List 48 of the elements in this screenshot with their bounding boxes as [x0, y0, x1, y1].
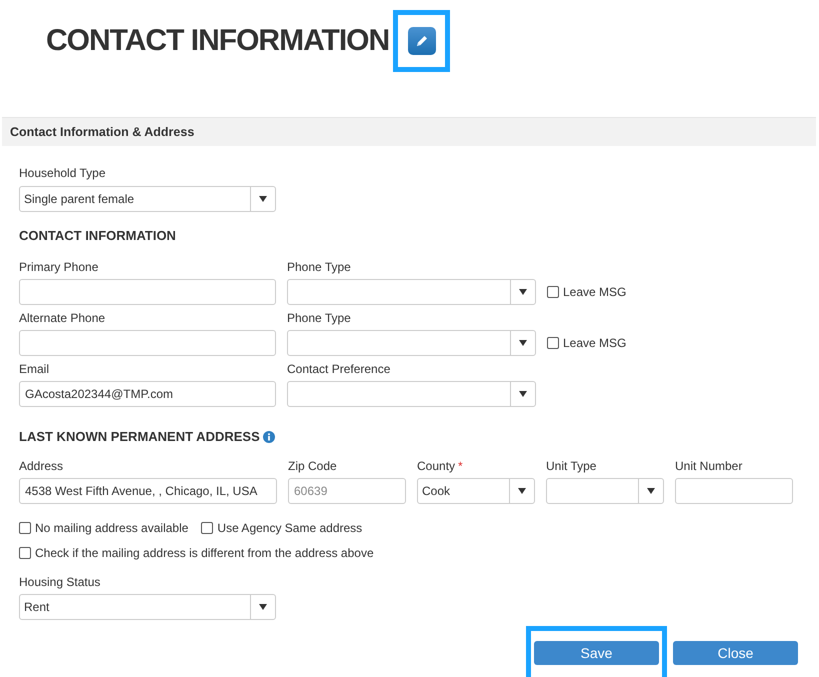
required-mark: *: [458, 459, 463, 473]
action-button[interactable]: Close: [673, 641, 798, 665]
checkbox-label: No mailing address available: [35, 521, 188, 535]
field-label: Phone Type: [287, 260, 352, 274]
action-button[interactable]: Save: [534, 641, 659, 665]
section-header: Contact Information & Address: [2, 117, 816, 146]
checkbox[interactable]: [201, 522, 214, 534]
field-label: Zip Code: [288, 459, 338, 473]
checkbox-label: Leave MSG: [563, 285, 626, 299]
caret-icon: [519, 391, 527, 397]
input-field[interactable]: 4538 West Fifth Avenue, , Chicago, IL, USA: [19, 478, 277, 504]
page-title: CONTACT INFORMATION: [46, 24, 390, 58]
field-label: Unit Number: [675, 459, 744, 473]
dropdown[interactable]: Single parent female: [19, 186, 276, 212]
field-label: Unit Type: [546, 459, 598, 473]
input-field[interactable]: 60639: [288, 478, 406, 504]
checkbox[interactable]: [547, 286, 559, 298]
section-heading: CONTACT INFORMATION: [19, 228, 177, 244]
input-field[interactable]: GAcosta202344@TMP.com: [19, 381, 276, 407]
field-label: Address: [19, 459, 64, 473]
info-icon[interactable]: [262, 431, 275, 443]
input-field[interactable]: [675, 478, 793, 504]
field-label: Email: [19, 362, 50, 376]
checkbox[interactable]: [19, 522, 31, 534]
checkbox-label: Use Agency Same address: [217, 521, 362, 535]
caret-icon: [647, 488, 655, 494]
field-label: Contact Preference: [287, 362, 392, 376]
input-field[interactable]: [19, 279, 276, 305]
input-field[interactable]: [19, 330, 276, 356]
caret-icon: [519, 340, 527, 346]
field-label: Alternate Phone: [19, 311, 106, 325]
caret-icon: [259, 196, 267, 202]
checkbox[interactable]: [547, 337, 559, 349]
caret-icon: [259, 604, 267, 610]
field-label: Primary Phone: [19, 260, 100, 274]
checkbox-label: Check if the mailing address is different from the address above: [35, 546, 374, 560]
field-label: Housing Status: [19, 575, 102, 589]
checkbox[interactable]: [19, 547, 31, 559]
edit-icon[interactable]: [408, 27, 436, 55]
field-label: Household Type: [19, 166, 107, 180]
dropdown[interactable]: Cook: [417, 478, 535, 504]
section-heading: LAST KNOWN PERMANENT ADDRESS: [19, 429, 260, 445]
caret-icon: [518, 488, 526, 494]
caret-icon: [519, 289, 527, 295]
field-label: Phone Type: [287, 311, 352, 325]
field-label: County *: [417, 459, 464, 473]
checkbox-label: Leave MSG: [563, 336, 626, 350]
dropdown[interactable]: Rent: [19, 594, 276, 620]
